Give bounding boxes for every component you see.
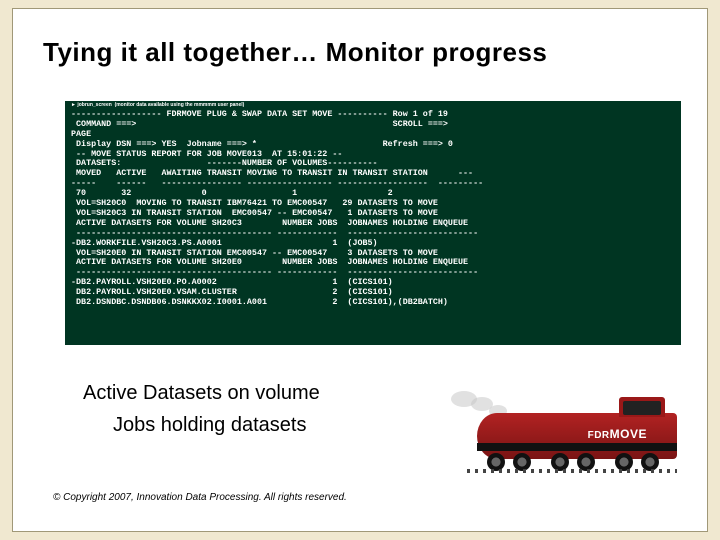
loco-stripe [477,443,677,451]
terminal-panel: ► jobrun_screen (monitor data available … [65,101,681,345]
caption-line-1: Active Datasets on volume [83,377,403,409]
terminal-body: ------------------ FDRMOVE PLUG & SWAP D… [71,109,483,307]
caption-line-2: Jobs holding datasets [83,409,403,441]
train-brand: FDRMOVE [588,427,647,441]
train-illustration: FDRMOVE [467,383,677,473]
track-icon [467,469,677,473]
copyright-text: © Copyright 2007, Innovation Data Proces… [53,492,347,503]
loco-window [623,401,661,415]
caption-block: Active Datasets on volume Jobs holding d… [83,377,403,441]
slide-title: Tying it all together… Monitor progress [43,37,547,68]
title-rule [43,79,677,81]
